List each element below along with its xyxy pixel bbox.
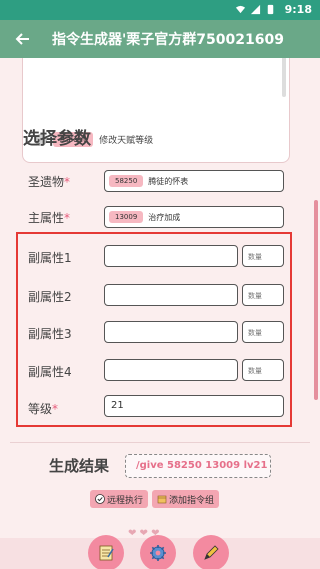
sub-stat-4-input[interactable] — [104, 359, 238, 381]
status-time: 9:18 — [284, 3, 312, 16]
artifact-value: 腾徒的怀表 — [148, 176, 189, 186]
check-icon — [95, 494, 105, 504]
sub-stat-1-input[interactable] — [104, 245, 238, 267]
notepad-button[interactable] — [88, 535, 124, 569]
level-input[interactable]: 21 — [104, 395, 284, 417]
wifi-icon — [235, 5, 246, 14]
status-bar: 9:18 — [0, 0, 320, 20]
back-button[interactable] — [10, 26, 36, 52]
section-title: 选择参数 — [23, 129, 91, 149]
main-stat-tag: 13009 — [109, 211, 144, 223]
pencil-icon — [204, 545, 219, 560]
artifact-label: 圣遗物* — [28, 173, 70, 190]
sub-stat-4-label: 副属性4 — [28, 365, 72, 379]
card-scrollbar[interactable] — [282, 58, 286, 97]
app-bar: 指令生成器'栗子官方群750021609 — [0, 20, 320, 58]
sub-stat-4-qty[interactable]: 数量 — [242, 359, 284, 381]
sub-stat-3-input[interactable] — [104, 321, 238, 343]
content-area[interactable]: /talent 修改天赋等级 选择参数 圣遗物* 58250 腾徒的怀表 主属性… — [0, 58, 320, 538]
gear-icon — [150, 545, 166, 561]
sub-stat-2-qty[interactable]: 数量 — [242, 284, 284, 306]
box-icon — [157, 495, 167, 504]
result-command[interactable]: /give 58250 13009 lv21 — [125, 454, 271, 478]
option-desc: 修改天赋等级 — [99, 136, 154, 146]
sub-stat-1-qty[interactable]: 数量 — [242, 245, 284, 267]
signal-icon — [250, 4, 261, 15]
sub-stat-1-label: 副属性1 — [28, 251, 72, 265]
main-stat-select[interactable]: 13009 治疗加成 — [104, 206, 284, 228]
edit-button[interactable] — [193, 535, 229, 569]
main-stat-value: 治疗加成 — [148, 212, 181, 222]
required-star: * — [64, 175, 71, 189]
sub-stat-3-label: 副属性3 — [28, 327, 72, 341]
main-stat-label: 主属性* — [28, 209, 70, 226]
artifact-select[interactable]: 58250 腾徒的怀表 — [104, 170, 284, 192]
remote-execute-button[interactable]: 远程执行 — [90, 490, 149, 508]
level-label: 等级* — [28, 400, 58, 417]
divider — [10, 442, 310, 443]
required-star: * — [64, 211, 71, 225]
settings-button[interactable] — [140, 535, 176, 569]
add-command-group-label: 添加指令组 — [169, 495, 215, 506]
level-label-text: 等级 — [28, 402, 53, 416]
page-title: 指令生成器'栗子官方群750021609 — [52, 32, 284, 48]
sub-stat-3-qty[interactable]: 数量 — [242, 321, 284, 343]
sub-stat-2-input[interactable] — [104, 284, 238, 306]
battery-icon — [267, 4, 274, 15]
status-icons — [235, 4, 276, 15]
artifact-tag: 58250 — [109, 175, 144, 187]
page-scrollbar[interactable] — [314, 200, 318, 400]
add-command-group-button[interactable]: 添加指令组 — [152, 490, 220, 508]
sub-stat-2-label: 副属性2 — [28, 290, 72, 304]
notepad-icon — [99, 545, 114, 561]
back-arrow-icon — [15, 33, 29, 45]
main-stat-label-text: 主属性 — [28, 211, 65, 225]
remote-execute-label: 远程执行 — [107, 495, 144, 506]
required-star: * — [52, 402, 59, 416]
result-title: 生成结果 — [49, 457, 110, 475]
artifact-label-text: 圣遗物 — [28, 175, 65, 189]
